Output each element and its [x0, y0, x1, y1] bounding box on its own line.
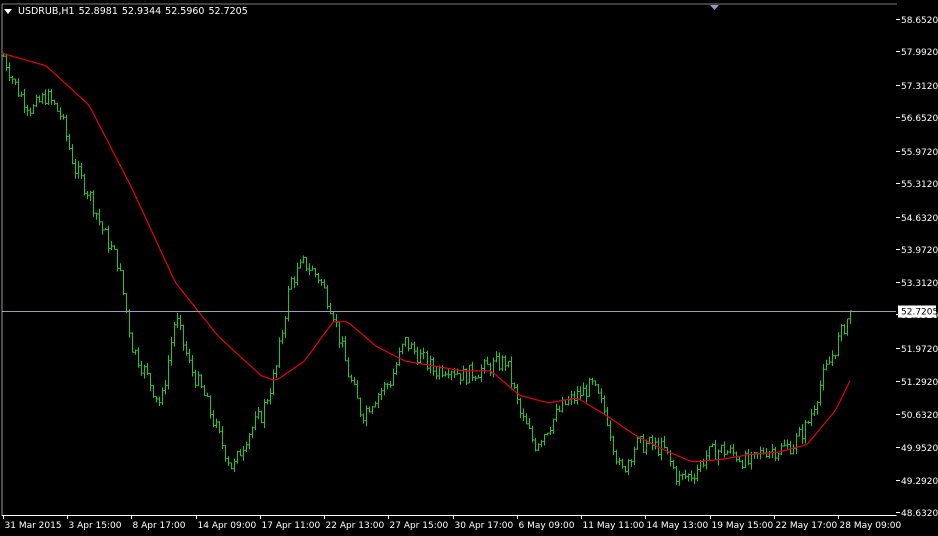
time-tick-label: 31 Mar 2015: [5, 521, 62, 531]
time-tick-label: 14 May 13:00: [647, 521, 709, 531]
symbol-label: USDRUB,H1: [18, 6, 75, 17]
dropdown-triangle-icon[interactable]: [4, 9, 12, 14]
time-tick-label: 14 Apr 09:00: [198, 521, 257, 531]
price-tick-label: 58.6520: [901, 16, 938, 26]
price-tick-label: 57.3120: [901, 82, 938, 92]
time-tick-label: 22 May 17:00: [776, 521, 838, 531]
time-tick-label: 27 Apr 15:00: [390, 521, 449, 531]
open-value: 52.8981: [78, 6, 118, 17]
chart-title-bar: USDRUB,H1 52.8981 52.9344 52.5960 52.720…: [4, 6, 248, 17]
time-tick-label: 11 May 11:00: [583, 521, 645, 531]
high-value: 52.9344: [121, 6, 162, 17]
time-tick-label: 19 May 15:00: [712, 521, 774, 531]
price-tick-label: 50.6320: [901, 411, 938, 421]
price-tick-label: 51.2920: [901, 378, 938, 388]
chart-canvas[interactable]: 58.6520 57.9920 57.3120 56.6520 55.9720 55.31…: [0, 0, 938, 533]
time-tick-label: 22 Apr 13:00: [326, 521, 385, 531]
time-tick-label: 17 Apr 11:00: [262, 521, 321, 531]
price-tick-label: 55.9720: [901, 148, 938, 158]
close-value: 52.7205: [208, 6, 248, 17]
price-tick-label: 49.2920: [901, 477, 938, 487]
price-tick-label: 57.9920: [901, 48, 938, 58]
price-tick-label: 48.6320: [901, 509, 938, 519]
current-price-label: 52.7205: [901, 308, 938, 318]
price-tick-label: 55.3120: [901, 180, 938, 190]
price-tick-label: 51.9720: [901, 345, 938, 355]
price-tick-label: 54.6320: [901, 214, 938, 224]
time-tick-label: 3 Apr 15:00: [69, 521, 122, 531]
price-tick-label: 53.9720: [901, 246, 938, 256]
current-price-tag: 52.7205: [898, 305, 938, 318]
price-tick-label: 56.6520: [901, 114, 938, 124]
time-tick-label: 28 May 09:00: [840, 521, 902, 531]
time-tick-label: 8 Apr 17:00: [133, 521, 186, 531]
time-tick-label: 6 May 09:00: [519, 521, 575, 531]
low-value: 52.5960: [165, 6, 205, 17]
price-tick-label: 49.9520: [901, 444, 938, 454]
price-tick-label: 53.3120: [901, 279, 938, 289]
time-tick-label: 30 Apr 17:00: [455, 521, 514, 531]
chart-window[interactable]: 58.6520 57.9920 57.3120 56.6520 55.9720 55.31…: [0, 0, 938, 533]
